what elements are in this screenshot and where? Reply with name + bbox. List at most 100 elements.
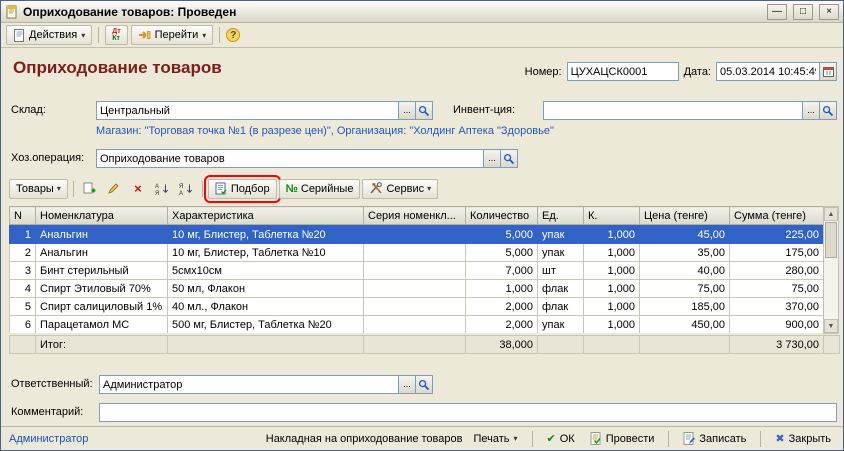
- goto-button[interactable]: Перейти ▾: [131, 25, 214, 45]
- warehouse-choose-button[interactable]: ...: [399, 101, 416, 120]
- table-cell[interactable]: [364, 262, 466, 280]
- table-cell[interactable]: 1,000: [584, 316, 640, 334]
- items-menu-button[interactable]: Товары ▾: [9, 179, 68, 199]
- pick-button[interactable]: Подбор: [208, 179, 277, 199]
- sort-asc-button[interactable]: АЯ: [151, 179, 173, 199]
- table-cell[interactable]: 280,00: [730, 262, 824, 280]
- comment-input[interactable]: [99, 403, 837, 422]
- print-button[interactable]: Печать ▾: [469, 432, 521, 446]
- responsible-open-button[interactable]: [416, 375, 433, 394]
- save-button[interactable]: Записать: [679, 431, 750, 446]
- table-cell[interactable]: 900,00: [730, 316, 824, 334]
- table-cell[interactable]: 2,000: [466, 298, 538, 316]
- table-cell[interactable]: упак: [538, 244, 584, 262]
- table-cell[interactable]: 75,00: [640, 280, 730, 298]
- table-cell[interactable]: 1: [10, 226, 36, 244]
- table-cell[interactable]: 185,00: [640, 298, 730, 316]
- number-input[interactable]: [567, 62, 679, 81]
- scroll-down-button[interactable]: ▼: [824, 319, 838, 333]
- serial-button[interactable]: № Серийные: [279, 179, 361, 199]
- table-cell[interactable]: флак: [538, 280, 584, 298]
- table-row[interactable]: 3Бинт стерильный5смх10см7,000шт1,00040,0…: [10, 262, 824, 280]
- table-row[interactable]: 6Парацетамол МС500 мг, Блистер, Таблетка…: [10, 316, 824, 334]
- table-cell[interactable]: 5: [10, 298, 36, 316]
- table-cell[interactable]: [364, 244, 466, 262]
- inventory-input[interactable]: [543, 101, 803, 120]
- responsible-input[interactable]: [99, 375, 399, 394]
- table-cell[interactable]: 10 мг, Блистер, Таблетка №20: [168, 226, 364, 244]
- maximize-button[interactable]: □: [793, 4, 813, 20]
- responsible-choose-button[interactable]: ...: [399, 375, 416, 394]
- inventory-choose-button[interactable]: ...: [803, 101, 820, 120]
- table-cell[interactable]: Спирт салициловый 1%: [36, 298, 168, 316]
- table-cell[interactable]: шт: [538, 262, 584, 280]
- ok-button[interactable]: ✔ ОК: [543, 431, 579, 446]
- minimize-button[interactable]: —: [767, 4, 787, 20]
- table-cell[interactable]: 3: [10, 262, 36, 280]
- table-cell[interactable]: 10 мг, Блистер, Таблетка №10: [168, 244, 364, 262]
- operation-open-button[interactable]: [501, 149, 518, 168]
- table-row[interactable]: 5Спирт салициловый 1%40 мл., Флакон 2,000…: [10, 298, 824, 316]
- table-cell[interactable]: 2: [10, 244, 36, 262]
- table-cell[interactable]: Анальгин: [36, 244, 168, 262]
- table-cell[interactable]: 370,00: [730, 298, 824, 316]
- table-cell[interactable]: 40,00: [640, 262, 730, 280]
- table-cell[interactable]: 1,000: [584, 280, 640, 298]
- table-cell[interactable]: 2,000: [466, 316, 538, 334]
- column-header[interactable]: Серия номенкл...: [364, 207, 466, 225]
- service-button[interactable]: Сервис ▾: [362, 179, 438, 199]
- table-cell[interactable]: 450,00: [640, 316, 730, 334]
- table-cell[interactable]: Парацетамол МС: [36, 316, 168, 334]
- edit-row-button[interactable]: [103, 179, 125, 199]
- table-cell[interactable]: 225,00: [730, 226, 824, 244]
- operation-choose-button[interactable]: ...: [484, 149, 501, 168]
- close-button[interactable]: ×: [819, 4, 839, 20]
- table-cell[interactable]: [364, 298, 466, 316]
- table-row[interactable]: 4Спирт Этиловый 70%50 мл, Флакон1,000фла…: [10, 280, 824, 298]
- table-cell[interactable]: 1,000: [584, 244, 640, 262]
- table-cell[interactable]: 6: [10, 316, 36, 334]
- table-cell[interactable]: 1,000: [584, 298, 640, 316]
- add-row-button[interactable]: [79, 179, 101, 199]
- close-form-button[interactable]: ✖ Закрыть: [771, 431, 835, 446]
- column-header[interactable]: N: [10, 207, 36, 225]
- table-cell[interactable]: 1,000: [466, 280, 538, 298]
- scroll-up-button[interactable]: ▲: [824, 207, 838, 221]
- table-cell[interactable]: Анальгин: [36, 226, 168, 244]
- calendar-button[interactable]: [820, 62, 837, 81]
- warehouse-input[interactable]: [96, 101, 399, 120]
- table-cell[interactable]: Бинт стерильный: [36, 262, 168, 280]
- warehouse-open-button[interactable]: [416, 101, 433, 120]
- scroll-thumb[interactable]: [825, 222, 837, 258]
- table-cell[interactable]: 175,00: [730, 244, 824, 262]
- sort-desc-button[interactable]: ЯА: [175, 179, 197, 199]
- operation-input[interactable]: [96, 149, 484, 168]
- column-header[interactable]: Номенклатура: [36, 207, 168, 225]
- table-row[interactable]: 1Анальгин10 мг, Блистер, Таблетка №20 5,0…: [10, 226, 824, 244]
- table-cell[interactable]: 5,000: [466, 226, 538, 244]
- table-cell[interactable]: 50 мл, Флакон: [168, 280, 364, 298]
- dtkt-button[interactable]: ДтКт: [105, 25, 127, 45]
- table-cell[interactable]: упак: [538, 316, 584, 334]
- table-cell[interactable]: 1,000: [584, 262, 640, 280]
- inventory-open-button[interactable]: [820, 101, 837, 120]
- table-cell[interactable]: 35,00: [640, 244, 730, 262]
- table-cell[interactable]: 40 мл., Флакон: [168, 298, 364, 316]
- column-header[interactable]: Сумма (тенге): [730, 207, 824, 225]
- table-cell[interactable]: 4: [10, 280, 36, 298]
- vertical-scrollbar[interactable]: ▲ ▼: [823, 206, 839, 334]
- column-header[interactable]: Характеристика: [168, 207, 364, 225]
- help-button[interactable]: ?: [226, 28, 240, 42]
- column-header[interactable]: Количество: [466, 207, 538, 225]
- table-cell[interactable]: флак: [538, 298, 584, 316]
- post-button[interactable]: Провести: [586, 431, 659, 446]
- column-header[interactable]: Цена (тенге): [640, 207, 730, 225]
- date-input[interactable]: [716, 62, 820, 81]
- table-cell[interactable]: 7,000: [466, 262, 538, 280]
- table-cell[interactable]: 1,000: [584, 226, 640, 244]
- table-cell[interactable]: [364, 316, 466, 334]
- table-cell[interactable]: 500 мг, Блистер, Таблетка №20: [168, 316, 364, 334]
- column-header[interactable]: Ед.: [538, 207, 584, 225]
- column-header[interactable]: К.: [584, 207, 640, 225]
- table-cell[interactable]: [364, 226, 466, 244]
